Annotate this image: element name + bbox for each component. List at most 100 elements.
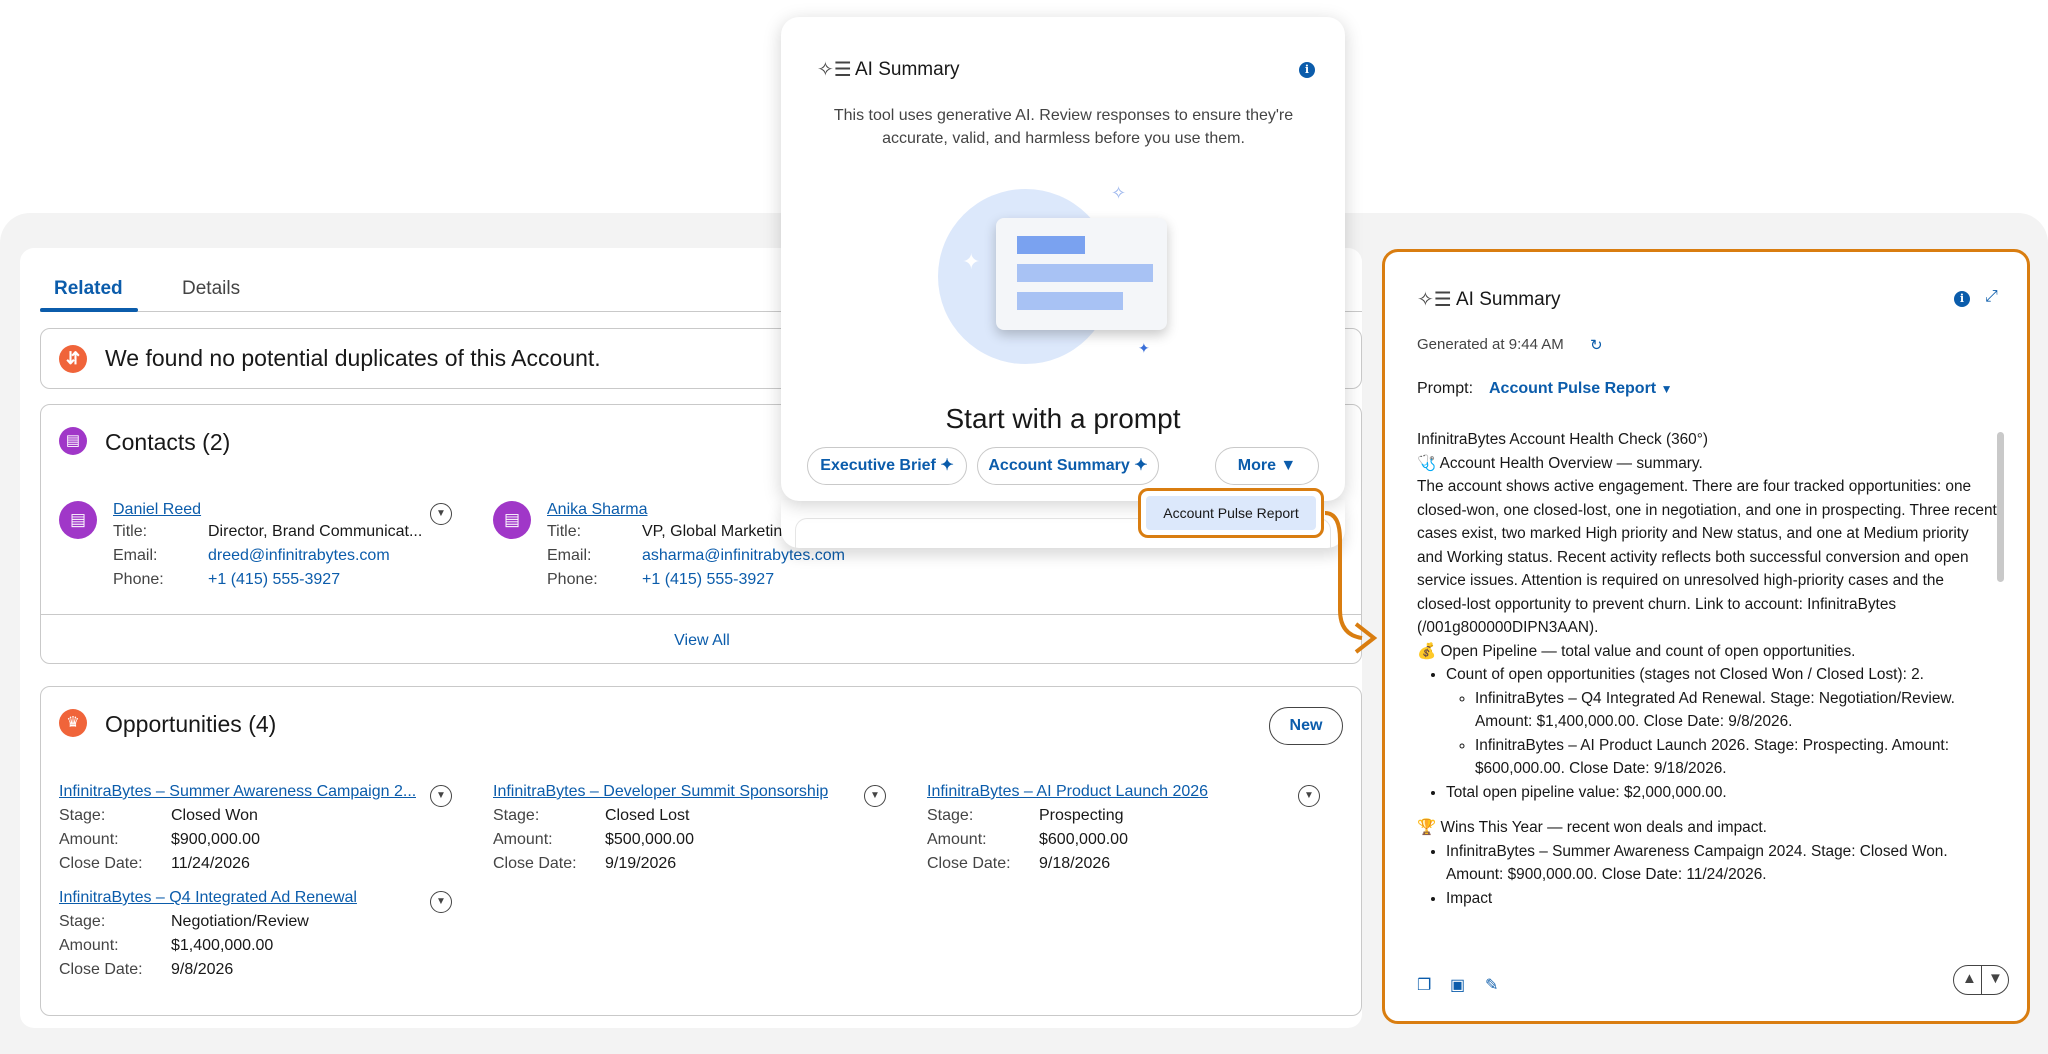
chevron-down-icon[interactable]: ▼ <box>430 503 452 525</box>
chevron-down-icon[interactable]: ▼ <box>864 785 886 807</box>
summary-content[interactable]: InfinitraBytes Account Health Check (360… <box>1417 428 1997 952</box>
contact-title-row: Title: Director, Brand Communicat... <box>113 523 422 541</box>
opportunity-close-row: Close Date: 11/24/2026 <box>59 855 250 873</box>
caret-down-icon: ▼ <box>1660 382 1673 396</box>
new-opportunity-button[interactable]: New <box>1269 707 1343 745</box>
opportunity-amount-value: $1,400,000.00 <box>171 937 274 954</box>
field-label: Close Date: <box>59 855 143 872</box>
opportunity-tile: InfinitraBytes – AI Product Launch 2026 … <box>927 783 1327 883</box>
pipeline-total: Total open pipeline value: $2,000,000.00… <box>1446 781 1997 805</box>
expand-icon[interactable]: ⤢ <box>1985 288 1998 306</box>
tab-related[interactable]: Related <box>54 278 123 300</box>
save-icon[interactable]: ▣ <box>1450 975 1465 995</box>
refresh-sparkle-icon[interactable]: ↻ <box>1590 336 1603 354</box>
tab-details[interactable]: Details <box>182 278 240 300</box>
field-label: Title: <box>113 523 148 540</box>
list-item: InfinitraBytes – Q4 Integrated Ad Renewa… <box>1475 687 1997 734</box>
generated-timestamp: Generated at 9:44 AM <box>1417 336 1564 353</box>
field-label: Phone: <box>547 571 598 588</box>
thumbs-up-icon[interactable]: ▲ <box>1962 970 1977 987</box>
info-icon[interactable]: i <box>1299 62 1315 78</box>
pipeline-count: Count of open opportunities (stages not … <box>1446 663 1997 781</box>
field-label: Close Date: <box>59 961 143 978</box>
contact-name-link[interactable]: Daniel Reed <box>113 501 201 519</box>
contact-phone-link[interactable]: +1 (415) 555-3927 <box>642 571 774 588</box>
contact-card-icon: ▤ <box>59 427 87 455</box>
opportunity-stage-value: Negotiation/Review <box>171 913 309 930</box>
contacts-view-all-link[interactable]: View All <box>41 632 1362 650</box>
opportunity-close-value: 9/8/2026 <box>171 961 234 978</box>
opportunity-close-row: Close Date: 9/8/2026 <box>59 961 233 979</box>
chevron-down-icon[interactable]: ▼ <box>430 891 452 913</box>
illustration-bar <box>1017 264 1153 282</box>
tab-active-indicator <box>40 308 138 312</box>
opportunity-name-link[interactable]: InfinitraBytes – Developer Summit Sponso… <box>493 783 828 801</box>
sparkle-icon: ✧ <box>1111 183 1127 203</box>
opportunity-name-link[interactable]: InfinitraBytes – Summer Awareness Campai… <box>59 783 416 801</box>
duplicates-message: We found no potential duplicates of this… <box>105 345 601 371</box>
pipeline-heading: 💰 Open Pipeline — total value and count … <box>1417 642 1856 660</box>
contact-avatar-icon: ▤ <box>493 501 531 539</box>
opportunity-stage-row: Stage: Closed Lost <box>493 807 690 825</box>
opportunity-close-row: Close Date: 9/19/2026 <box>493 855 676 873</box>
sparkle-icon: ✦ <box>1138 340 1150 356</box>
prompt-label: Prompt: <box>1417 380 1474 397</box>
contact-tile: ▤ Daniel Reed Title: Director, Brand Comm… <box>59 501 479 601</box>
sparkle-list-icon: ✧☰ <box>1417 289 1452 311</box>
info-icon[interactable]: i <box>1954 291 1970 307</box>
account-summary-chip[interactable]: Account Summary ✦ <box>977 447 1159 485</box>
summary-title: AI Summary <box>1456 289 1561 310</box>
chip-label: Executive Brief <box>820 457 936 474</box>
chevron-down-icon[interactable]: ▼ <box>1298 785 1320 807</box>
ai-summary-panel: ✧☰ AI Summary i ⤢ Generated at 9:44 AM ↻… <box>1382 249 2030 1024</box>
field-label: Amount: <box>59 937 119 954</box>
opportunity-amount-row: Amount: $500,000.00 <box>493 831 694 849</box>
field-label: Close Date: <box>493 855 577 872</box>
contact-phone-link[interactable]: +1 (415) 555-3927 <box>208 571 340 588</box>
scrollbar-thumb[interactable] <box>1997 432 2004 582</box>
field-label: Amount: <box>59 831 119 848</box>
field-label: Phone: <box>113 571 164 588</box>
opportunity-close-value: 11/24/2026 <box>171 855 250 872</box>
opportunity-name-link[interactable]: InfinitraBytes – AI Product Launch 2026 <box>927 783 1208 801</box>
thumbs-down-icon[interactable]: ▼ <box>1988 970 2003 987</box>
popup-disclaimer: This tool uses generative AI. Review res… <box>833 107 1294 147</box>
opportunity-name-link[interactable]: InfinitraBytes – Q4 Integrated Ad Renewa… <box>59 889 357 907</box>
prompt-value: Account Pulse Report <box>1489 380 1657 397</box>
opportunity-amount-value: $600,000.00 <box>1039 831 1128 848</box>
pencil-icon[interactable]: ✎ <box>1485 975 1498 995</box>
opportunities-title[interactable]: Opportunities (4) <box>105 711 276 738</box>
ai-summary-popup: ✧☰ AI Summary i This tool uses generativ… <box>781 17 1345 501</box>
popup-title: AI Summary <box>855 59 960 80</box>
field-label: Title: <box>547 523 582 540</box>
contact-email-link[interactable]: asharma@infinitrabytes.com <box>642 547 845 564</box>
prompt-select[interactable]: Account Pulse Report ▼ <box>1489 380 1672 398</box>
field-label: Stage: <box>493 807 540 824</box>
opportunity-amount-value: $900,000.00 <box>171 831 260 848</box>
executive-brief-chip[interactable]: Executive Brief ✦ <box>807 447 967 485</box>
illustration-bar <box>1017 292 1123 310</box>
contacts-title[interactable]: Contacts (2) <box>105 429 230 456</box>
illustration-card <box>996 218 1167 330</box>
copy-icon[interactable]: ❐ <box>1417 975 1431 995</box>
opportunity-amount-row: Amount: $1,400,000.00 <box>59 937 273 955</box>
contact-email-link[interactable]: dreed@infinitrabytes.com <box>208 547 390 564</box>
contact-title-value: VP, Global Marketing <box>642 523 792 540</box>
sparkle-list-icon: ✧☰ <box>817 59 852 81</box>
contact-name-link[interactable]: Anika Sharma <box>547 501 648 519</box>
field-label: Stage: <box>59 807 106 824</box>
summary-heading: InfinitraBytes Account Health Check (360… <box>1417 431 1709 448</box>
contact-title-value: Director, Brand Communicat... <box>208 523 423 540</box>
crown-icon: ♛ <box>59 709 87 737</box>
list-item-text: Count of open opportunities (stages not … <box>1446 666 1924 683</box>
menu-item-account-pulse-report[interactable]: Account Pulse Report <box>1146 496 1316 530</box>
opportunity-amount-value: $500,000.00 <box>605 831 694 848</box>
prompt-heading: Start with a prompt <box>945 403 1181 434</box>
more-prompts-dropdown[interactable]: More ▼ <box>1215 447 1319 485</box>
feedback-buttons: ▲ ▼ <box>1953 965 2009 995</box>
field-label: Close Date: <box>927 855 1011 872</box>
pipeline-sublist: InfinitraBytes – Q4 Integrated Ad Renewa… <box>1446 687 1997 781</box>
chevron-down-icon[interactable]: ▼ <box>430 785 452 807</box>
contact-avatar-icon: ▤ <box>59 501 97 539</box>
